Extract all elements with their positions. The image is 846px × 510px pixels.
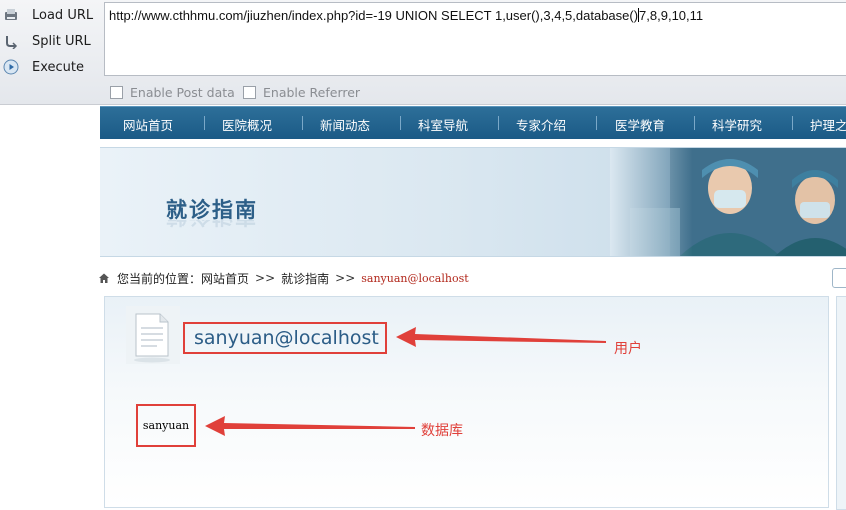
annotation-database-label: 数据库 bbox=[421, 423, 463, 439]
user-arrow bbox=[396, 327, 606, 347]
database-arrow bbox=[205, 416, 415, 436]
annotation-user-label: 用户 bbox=[614, 341, 642, 357]
